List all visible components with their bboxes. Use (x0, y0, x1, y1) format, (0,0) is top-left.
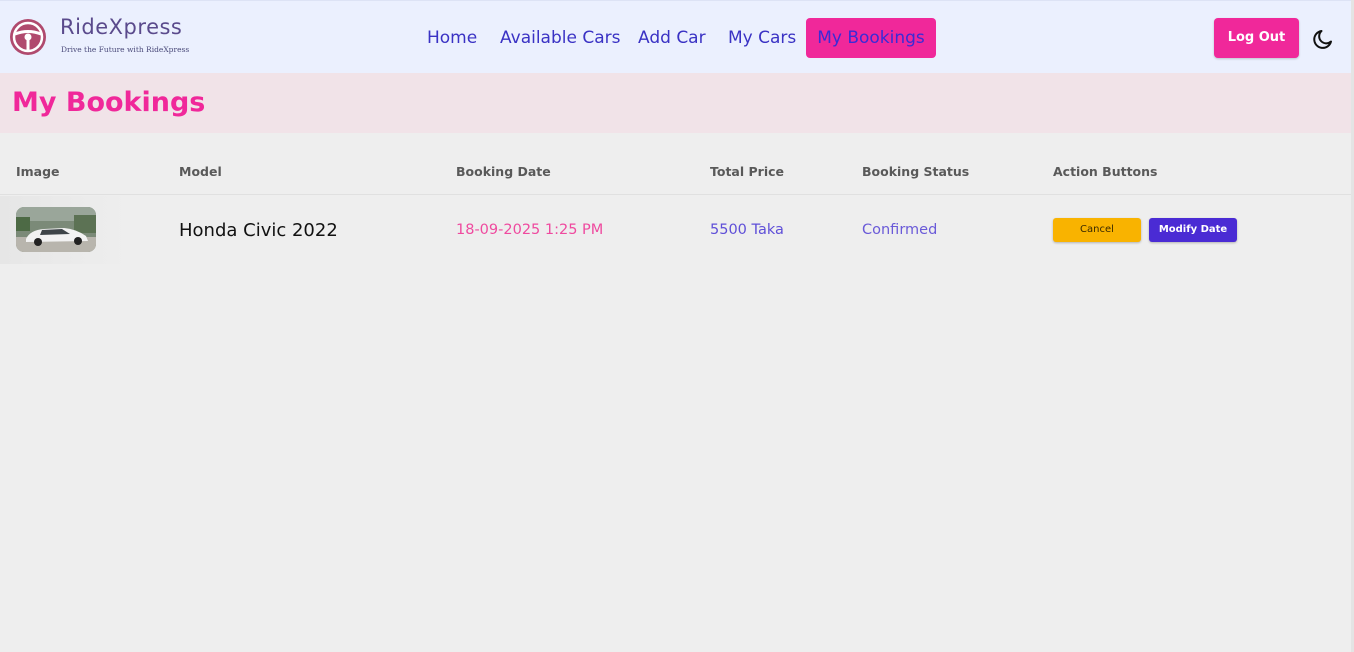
column-header-booking-status: Booking Status (862, 164, 970, 179)
logout-button[interactable]: Log Out (1214, 18, 1299, 58)
column-header-model: Model (179, 164, 222, 179)
column-header-action-buttons: Action Buttons (1053, 164, 1158, 179)
navbar: RideXpress Drive the Future with RideXpr… (0, 0, 1351, 73)
nav-available-cars[interactable]: Available Cars (500, 18, 621, 58)
nav-my-bookings[interactable]: My Bookings (806, 18, 936, 58)
booking-model: Honda Civic 2022 (179, 220, 338, 241)
column-header-total-price: Total Price (710, 164, 784, 179)
nav-my-cars[interactable]: My Cars (728, 18, 796, 58)
nav-add-car[interactable]: Add Car (638, 18, 706, 58)
booking-date: 18-09-2025 1:25 PM (456, 222, 604, 238)
booking-status: Confirmed (862, 222, 938, 238)
steering-wheel-icon[interactable] (9, 18, 47, 56)
car-thumbnail (16, 207, 96, 252)
page-title-bar: My Bookings (0, 73, 1351, 133)
header-divider (0, 194, 1351, 195)
nav-home[interactable]: Home (427, 18, 477, 58)
modify-date-button[interactable]: Modify Date (1149, 218, 1237, 242)
brand-tagline: Drive the Future with RideXpress (61, 45, 190, 54)
page-title: My Bookings (12, 87, 206, 118)
moon-icon[interactable] (1311, 27, 1335, 51)
brand-name[interactable]: RideXpress (60, 15, 182, 39)
booking-total-price: 5500 Taka (710, 222, 784, 238)
column-header-booking-date: Booking Date (456, 164, 551, 179)
cancel-button[interactable]: Cancel (1053, 218, 1141, 242)
column-header-image: Image (16, 164, 60, 179)
